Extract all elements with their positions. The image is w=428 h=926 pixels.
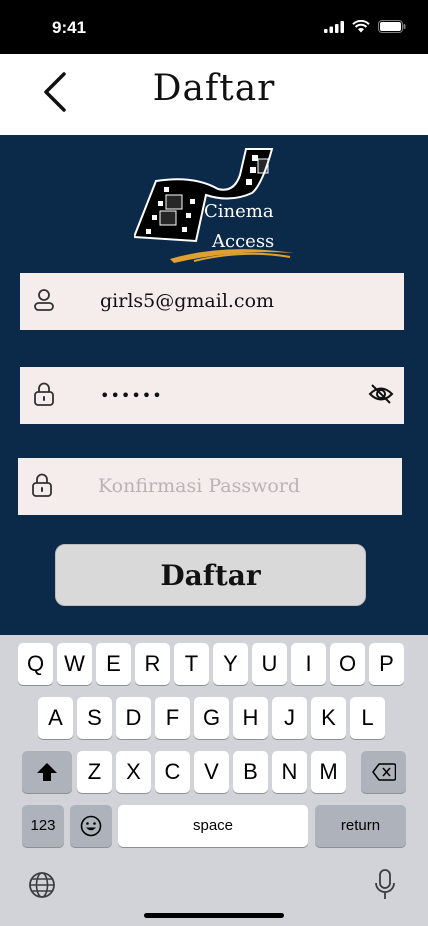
key-m[interactable]: M (311, 751, 346, 793)
email-input[interactable] (100, 273, 358, 330)
battery-icon (378, 20, 406, 33)
key-e[interactable]: E (96, 643, 131, 685)
key-v[interactable]: V (194, 751, 229, 793)
key-o[interactable]: O (330, 643, 365, 685)
status-time: 9:41 (52, 18, 87, 37)
eye-off-icon (368, 384, 394, 404)
onscreen-keyboard: QWERTYUIOP ASDFGHJKL ZXCVBNM 123 space r… (0, 635, 428, 926)
user-icon (34, 289, 54, 311)
key-x[interactable]: X (116, 751, 151, 793)
key-n[interactable]: N (272, 751, 307, 793)
key-s[interactable]: S (77, 697, 112, 739)
password-input[interactable]: •••••• (100, 367, 358, 424)
key-g[interactable]: G (194, 697, 229, 739)
emoji-icon (80, 815, 102, 837)
password-field[interactable]: •••••• (20, 367, 404, 424)
microphone-icon (375, 869, 395, 899)
lock-icon (34, 382, 54, 406)
key-y[interactable]: Y (213, 643, 248, 685)
logo-text-line1: Cinema (204, 201, 274, 222)
key-c[interactable]: C (155, 751, 190, 793)
dictation-button[interactable] (374, 869, 396, 901)
key-j[interactable]: J (272, 697, 307, 739)
key-w[interactable]: W (57, 643, 92, 685)
key-r[interactable]: R (135, 643, 170, 685)
confirm-password-input[interactable] (98, 458, 356, 515)
globe-icon (29, 872, 55, 898)
key-a[interactable]: A (38, 697, 73, 739)
lock-icon (32, 473, 52, 497)
space-key[interactable]: space (118, 805, 308, 847)
key-t[interactable]: T (174, 643, 209, 685)
wifi-icon (352, 20, 370, 33)
register-form-area: Cinema Access •••••• (0, 135, 428, 635)
key-k[interactable]: K (311, 697, 346, 739)
key-p[interactable]: P (369, 643, 404, 685)
key-l[interactable]: L (350, 697, 385, 739)
key-i[interactable]: I (291, 643, 326, 685)
emoji-key[interactable] (70, 805, 112, 847)
backspace-key[interactable] (361, 751, 406, 793)
page-title: Daftar (152, 68, 276, 109)
status-icons (324, 20, 406, 33)
email-field[interactable] (20, 273, 404, 330)
logo-text-line2: Access (212, 231, 275, 252)
confirm-password-field[interactable] (18, 458, 402, 515)
return-key[interactable]: return (315, 805, 406, 847)
key-h[interactable]: H (233, 697, 268, 739)
home-indicator (144, 913, 284, 918)
key-b[interactable]: B (233, 751, 268, 793)
shift-key[interactable] (22, 751, 72, 793)
signal-icon (324, 20, 344, 33)
key-f[interactable]: F (155, 697, 190, 739)
toggle-password-visibility-button[interactable] (368, 381, 394, 407)
key-d[interactable]: D (116, 697, 151, 739)
app-logo: Cinema Access (134, 145, 300, 265)
numbers-key[interactable]: 123 (22, 805, 64, 847)
globe-button[interactable] (28, 871, 56, 899)
key-z[interactable]: Z (77, 751, 112, 793)
register-button[interactable]: Daftar (55, 544, 366, 606)
shift-icon (37, 763, 57, 781)
app-header: Daftar (0, 54, 428, 135)
key-u[interactable]: U (252, 643, 287, 685)
status-bar: 9:41 (0, 0, 428, 54)
backspace-icon (371, 763, 396, 781)
key-q[interactable]: Q (18, 643, 53, 685)
